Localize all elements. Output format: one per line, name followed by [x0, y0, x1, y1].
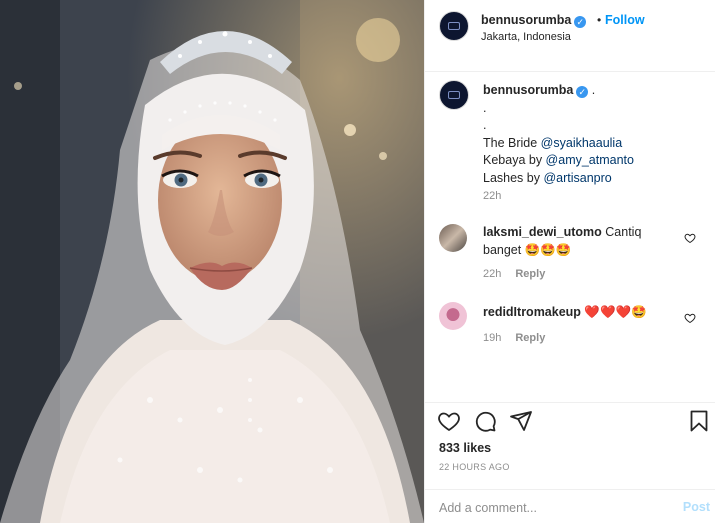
share-icon[interactable]	[509, 409, 533, 433]
commenter-username[interactable]: redidItromakeup	[483, 305, 581, 319]
author-avatar[interactable]	[439, 11, 469, 41]
author-username[interactable]: bennusorumba ✓	[481, 13, 587, 28]
bride-photo-illustration	[0, 0, 424, 523]
action-bar: 833 likes 22 HOURS AGO Post	[425, 402, 715, 523]
caption-line: Lashes by @artisanpro	[483, 170, 612, 185]
follow-button[interactable]: Follow	[605, 13, 645, 27]
commenter-avatar[interactable]	[439, 302, 467, 330]
add-comment-bar: Post	[425, 489, 715, 523]
post-comment-button[interactable]: Post	[683, 500, 710, 514]
comment-body: ❤️❤️❤️🤩	[584, 305, 647, 319]
mention-link[interactable]: @artisanpro	[543, 171, 611, 185]
heart-icon[interactable]	[684, 232, 696, 244]
heart-icon[interactable]	[437, 409, 461, 433]
mention-link[interactable]: @amy_atmanto	[546, 153, 634, 167]
caption-username[interactable]: bennusorumba ✓	[483, 83, 589, 98]
caption-line: .	[483, 118, 487, 132]
mention-link[interactable]: @syaikhaaulia	[541, 136, 622, 150]
post-timestamp[interactable]: 22 HOURS AGO	[439, 462, 510, 472]
reply-button[interactable]: Reply	[515, 332, 545, 344]
comment-text: laksmi_dewi_utomo Cantiq banget 🤩🤩🤩	[483, 224, 683, 259]
comment-text: redidItromakeup ❤️❤️❤️🤩	[483, 304, 683, 322]
heart-icon[interactable]	[684, 312, 696, 324]
like-count[interactable]: 833 likes	[439, 441, 491, 455]
caption-text: bennusorumba ✓ . . . The Bride @syaikhaau…	[483, 82, 703, 187]
reply-button[interactable]: Reply	[515, 268, 545, 280]
caption-first-line: .	[591, 83, 596, 97]
commenter-username[interactable]: laksmi_dewi_utomo	[483, 225, 602, 239]
post-header: bennusorumba ✓ • Follow Jakarta, Indonesi…	[425, 0, 715, 72]
comment-icon[interactable]	[473, 409, 497, 433]
caption-author-avatar[interactable]	[439, 80, 469, 110]
commenter-avatar[interactable]	[439, 224, 467, 252]
comment-time[interactable]: 22h	[483, 268, 501, 280]
verified-badge-icon: ✓	[574, 16, 587, 28]
post-location[interactable]: Jakarta, Indonesia	[481, 31, 571, 43]
add-comment-input[interactable]	[439, 499, 669, 517]
header-separator: •	[597, 13, 602, 27]
caption-line: .	[483, 100, 487, 115]
caption-time[interactable]: 22h	[483, 190, 501, 202]
bookmark-icon[interactable]	[687, 409, 711, 433]
comment-time[interactable]: 19h	[483, 332, 501, 344]
post-detail-panel: bennusorumba ✓ • Follow Jakarta, Indonesi…	[424, 0, 715, 523]
comments-section: bennusorumba ✓ . . . The Bride @syaikhaau…	[425, 72, 715, 402]
caption-line: Kebaya by @amy_atmanto	[483, 153, 634, 167]
verified-badge-icon: ✓	[576, 86, 589, 98]
post-photo[interactable]	[0, 0, 424, 523]
caption-line: The Bride @syaikhaaulia	[483, 135, 623, 150]
